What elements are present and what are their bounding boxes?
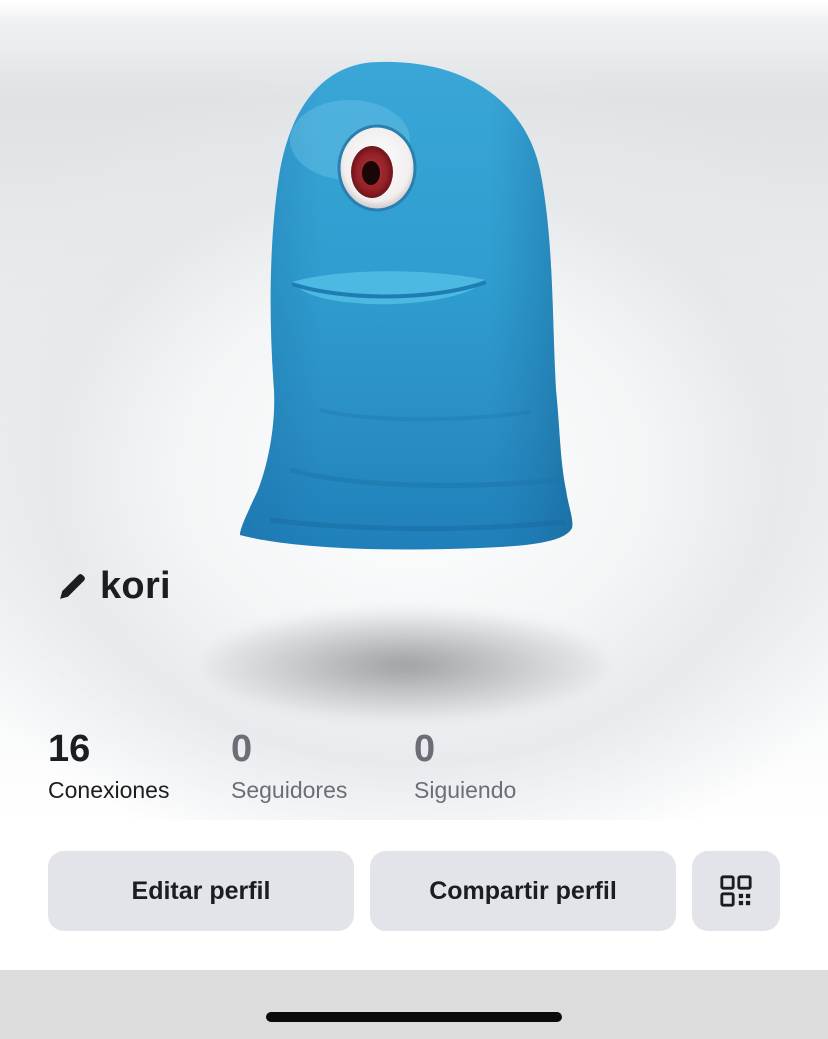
profile-actions: Editar perfil Compartir perfil: [48, 851, 780, 931]
stat-following[interactable]: 0 Siguiendo: [414, 726, 597, 808]
stat-followers[interactable]: 0 Seguidores: [231, 726, 414, 808]
username-row[interactable]: kori: [56, 562, 171, 610]
avatar-shadow: [205, 610, 605, 720]
stats-row: 16 Conexiones 0 Seguidores 0 Siguiendo: [48, 726, 597, 808]
profile-screen: kori 16 Conexiones 0 Seguidores 0 Siguie…: [0, 0, 828, 1039]
qr-code-icon: [720, 875, 752, 907]
username: kori: [100, 564, 171, 607]
edit-profile-button[interactable]: Editar perfil: [48, 851, 354, 931]
avatar-image[interactable]: [230, 50, 590, 560]
connections-label: Conexiones: [48, 777, 170, 803]
connections-count: 16: [48, 728, 91, 770]
home-indicator[interactable]: [266, 1012, 562, 1022]
following-count: 0: [414, 728, 436, 770]
avatar-stage: [0, 0, 828, 820]
pencil-icon[interactable]: [56, 569, 90, 603]
followers-count: 0: [231, 728, 253, 770]
bottom-bar: [0, 970, 828, 1039]
stat-connections[interactable]: 16 Conexiones: [48, 726, 231, 808]
share-profile-button[interactable]: Compartir perfil: [370, 851, 676, 931]
qr-code-button[interactable]: [692, 851, 780, 931]
following-label: Siguiendo: [414, 777, 517, 803]
followers-label: Seguidores: [231, 777, 348, 803]
